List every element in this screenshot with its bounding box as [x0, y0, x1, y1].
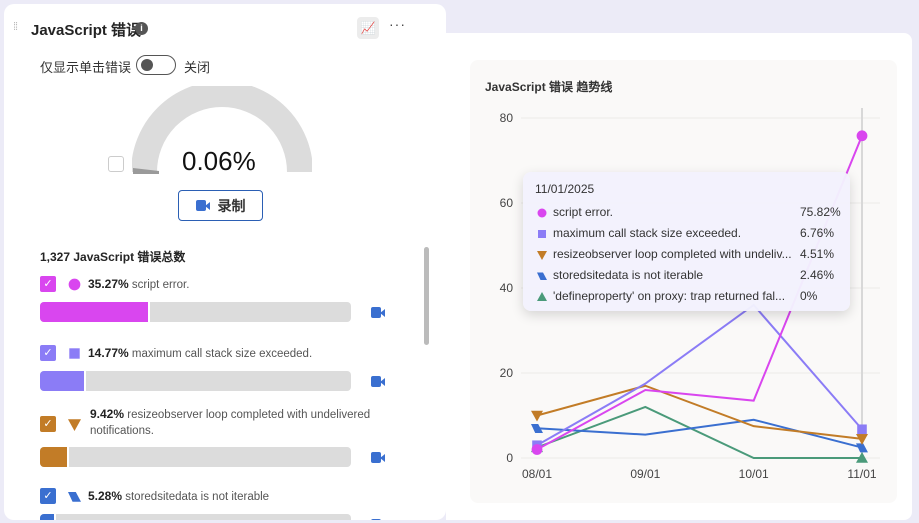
y-tick-label: 60	[500, 196, 514, 210]
tooltip-date: 11/01/2025	[535, 182, 595, 196]
data-point	[856, 434, 868, 445]
x-tick-label: 10/01	[739, 467, 769, 481]
y-tick-label: 0	[506, 451, 513, 465]
data-point	[856, 130, 868, 142]
series-line	[536, 303, 863, 447]
y-tick-label: 20	[500, 366, 514, 380]
parallelogram-marker-icon	[537, 272, 547, 280]
tooltip-series-name: storedsitedata is not iterable	[553, 268, 704, 282]
tooltip-series-value: 4.51%	[800, 247, 835, 261]
y-tick-label: 80	[500, 111, 514, 125]
x-tick-label: 08/01	[522, 467, 552, 481]
tooltip-series-name: resizeobserver loop completed with undel…	[553, 247, 792, 261]
tooltip-row: storedsitedata is not iterable 2.46%	[535, 265, 838, 286]
data-point	[531, 444, 543, 455]
tooltip-row: script error. 75.82%	[535, 202, 841, 223]
tooltip-series-name: script error.	[553, 205, 614, 219]
tooltip-series-value: 0%	[800, 289, 818, 303]
square-marker-icon	[538, 230, 546, 238]
tooltip-series-name: maximum call stack size exceeded.	[553, 226, 742, 240]
tooltip-series-value: 75.82%	[800, 205, 841, 219]
x-tick-label: 11/01	[847, 467, 876, 481]
x-tick-label: 09/01	[630, 467, 660, 481]
data-point	[857, 424, 867, 435]
tooltip-series-value: 6.76%	[800, 226, 835, 240]
y-tick-label: 40	[500, 281, 514, 295]
tooltip-series-name: 'defineproperty' on proxy: trap returned…	[553, 289, 786, 303]
circle-marker-icon	[537, 208, 547, 218]
tooltip-row: 'defineproperty' on proxy: trap returned…	[535, 286, 838, 307]
triangle-up-marker-icon	[537, 292, 547, 301]
chart-tooltip: 11/01/2025 script error. 75.82% maximum …	[523, 172, 850, 311]
tooltip-row: resizeobserver loop completed with undel…	[535, 244, 838, 265]
tooltip-row: maximum call stack size exceeded. 6.76%	[535, 223, 838, 244]
data-point	[531, 410, 543, 422]
tooltip-series-value: 2.46%	[800, 268, 835, 282]
triangle-down-marker-icon	[537, 251, 547, 260]
